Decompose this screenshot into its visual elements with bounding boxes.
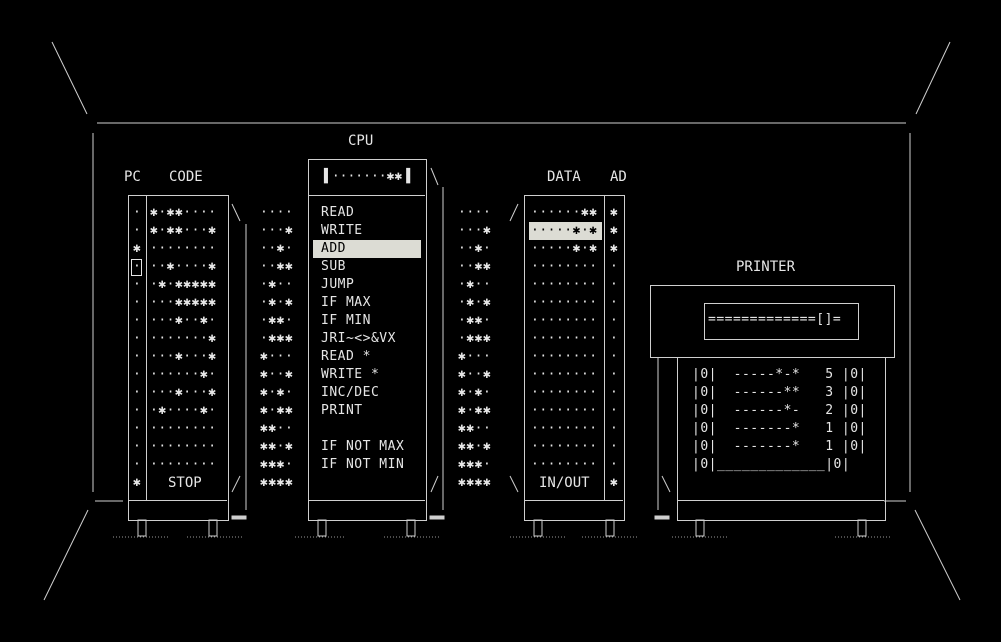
computer-room-scene: CPU PC CODE DATA AD PRINTER STOP · · ✱ · · · ·…: [0, 0, 1001, 642]
cabinet-legs: [137, 515, 867, 537]
